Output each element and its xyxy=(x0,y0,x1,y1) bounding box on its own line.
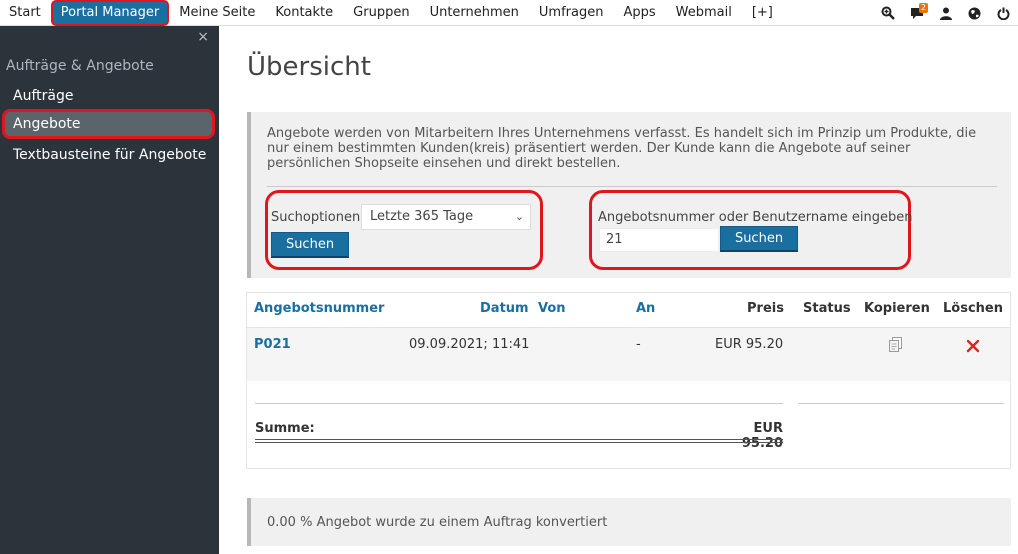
col-header-price: Preis xyxy=(747,301,784,316)
conversion-panel: 0.00 % Angebot wurde zu einem Auftrag ko… xyxy=(247,498,1011,546)
messages-badge: 2 xyxy=(918,3,928,13)
divider xyxy=(267,186,997,187)
number-search-input[interactable]: 21 xyxy=(599,228,719,252)
number-search-button[interactable]: Suchen xyxy=(720,226,798,252)
sidebar-item-auftraege[interactable]: Aufträge xyxy=(0,81,219,111)
nav-add-more[interactable]: [+] xyxy=(742,0,783,26)
offer-to: - xyxy=(636,337,641,352)
col-header-copy: Kopieren xyxy=(864,301,930,316)
top-icons: 2 xyxy=(873,0,1018,26)
sidebar-section-title: Aufträge & Angebote xyxy=(6,58,154,74)
conversion-text: 0.00 % Angebot wurde zu einem Auftrag ko… xyxy=(267,515,608,530)
nav-start[interactable]: Start xyxy=(0,0,51,26)
sum-label: Summe: xyxy=(255,421,315,436)
offer-number-link[interactable]: P021 xyxy=(254,337,291,352)
sum-value: EUR 95.20 xyxy=(741,421,783,451)
nav-umfragen[interactable]: Umfragen xyxy=(529,0,614,26)
sidebar-item-angebote[interactable]: Angebote xyxy=(2,109,215,139)
col-header-status: Status xyxy=(803,301,851,316)
search-button[interactable]: Suchen xyxy=(271,232,349,258)
info-text: Angebote werden von Mitarbeitern Ihres U… xyxy=(267,126,977,171)
number-search-label: Angebotsnummer oder Benutzername eingebe… xyxy=(598,210,913,225)
search-options-label: Suchoptionen xyxy=(271,210,361,225)
nav-gruppen[interactable]: Gruppen xyxy=(343,0,419,26)
top-navigation-bar: Start Portal Manager Meine Seite Kontakt… xyxy=(0,0,1018,26)
nav-apps[interactable]: Apps xyxy=(613,0,665,26)
offers-table: Angebotsnummer Datum Von An Preis Status… xyxy=(246,292,1011,469)
table-row xyxy=(247,327,1010,381)
power-icon[interactable] xyxy=(989,0,1018,26)
sidebar-item-textbausteine[interactable]: Textbausteine für Angebote xyxy=(0,140,219,170)
info-panel: Angebote werden von Mitarbeitern Ihres U… xyxy=(247,112,1011,278)
main-content: Übersicht Angebote werden von Mitarbeite… xyxy=(219,26,1018,554)
nav-meine-seite[interactable]: Meine Seite xyxy=(169,0,265,26)
globe-icon[interactable] xyxy=(960,0,989,26)
col-header-from[interactable]: Von xyxy=(538,301,566,316)
search-options-select[interactable]: Letzte 365 Tage ⌄ xyxy=(361,204,531,230)
nav-kontakte[interactable]: Kontakte xyxy=(265,0,343,26)
offer-price: EUR 95.20 xyxy=(715,337,784,352)
offer-date: 09.09.2021; 11:41 xyxy=(409,337,530,352)
search-zoom-icon[interactable] xyxy=(873,0,902,26)
user-icon[interactable] xyxy=(931,0,960,26)
col-header-number[interactable]: Angebotsnummer xyxy=(254,301,384,316)
messages-icon[interactable]: 2 xyxy=(902,0,931,26)
search-options-highlight xyxy=(265,190,543,270)
nav-unternehmen[interactable]: Unternehmen xyxy=(420,0,529,26)
nav-portal-manager[interactable]: Portal Manager xyxy=(50,0,170,26)
sum-separator xyxy=(255,403,783,404)
col-header-to[interactable]: An xyxy=(636,301,655,316)
close-icon[interactable]: × xyxy=(197,29,209,45)
col-header-date[interactable]: Datum xyxy=(480,301,529,316)
sum-separator-right xyxy=(798,403,1004,404)
top-nav: Start Portal Manager Meine Seite Kontakt… xyxy=(0,0,783,26)
sidebar: × Aufträge & Angebote Aufträge Angebote … xyxy=(0,26,219,554)
search-options-value: Letzte 365 Tage xyxy=(370,209,474,224)
col-header-delete: Löschen xyxy=(943,301,1003,316)
sum-double-rule xyxy=(255,439,783,443)
delete-icon[interactable] xyxy=(966,338,980,353)
page-title: Übersicht xyxy=(247,52,371,82)
copy-icon[interactable] xyxy=(889,337,903,353)
nav-webmail[interactable]: Webmail xyxy=(666,0,742,26)
chevron-down-icon: ⌄ xyxy=(514,210,524,223)
